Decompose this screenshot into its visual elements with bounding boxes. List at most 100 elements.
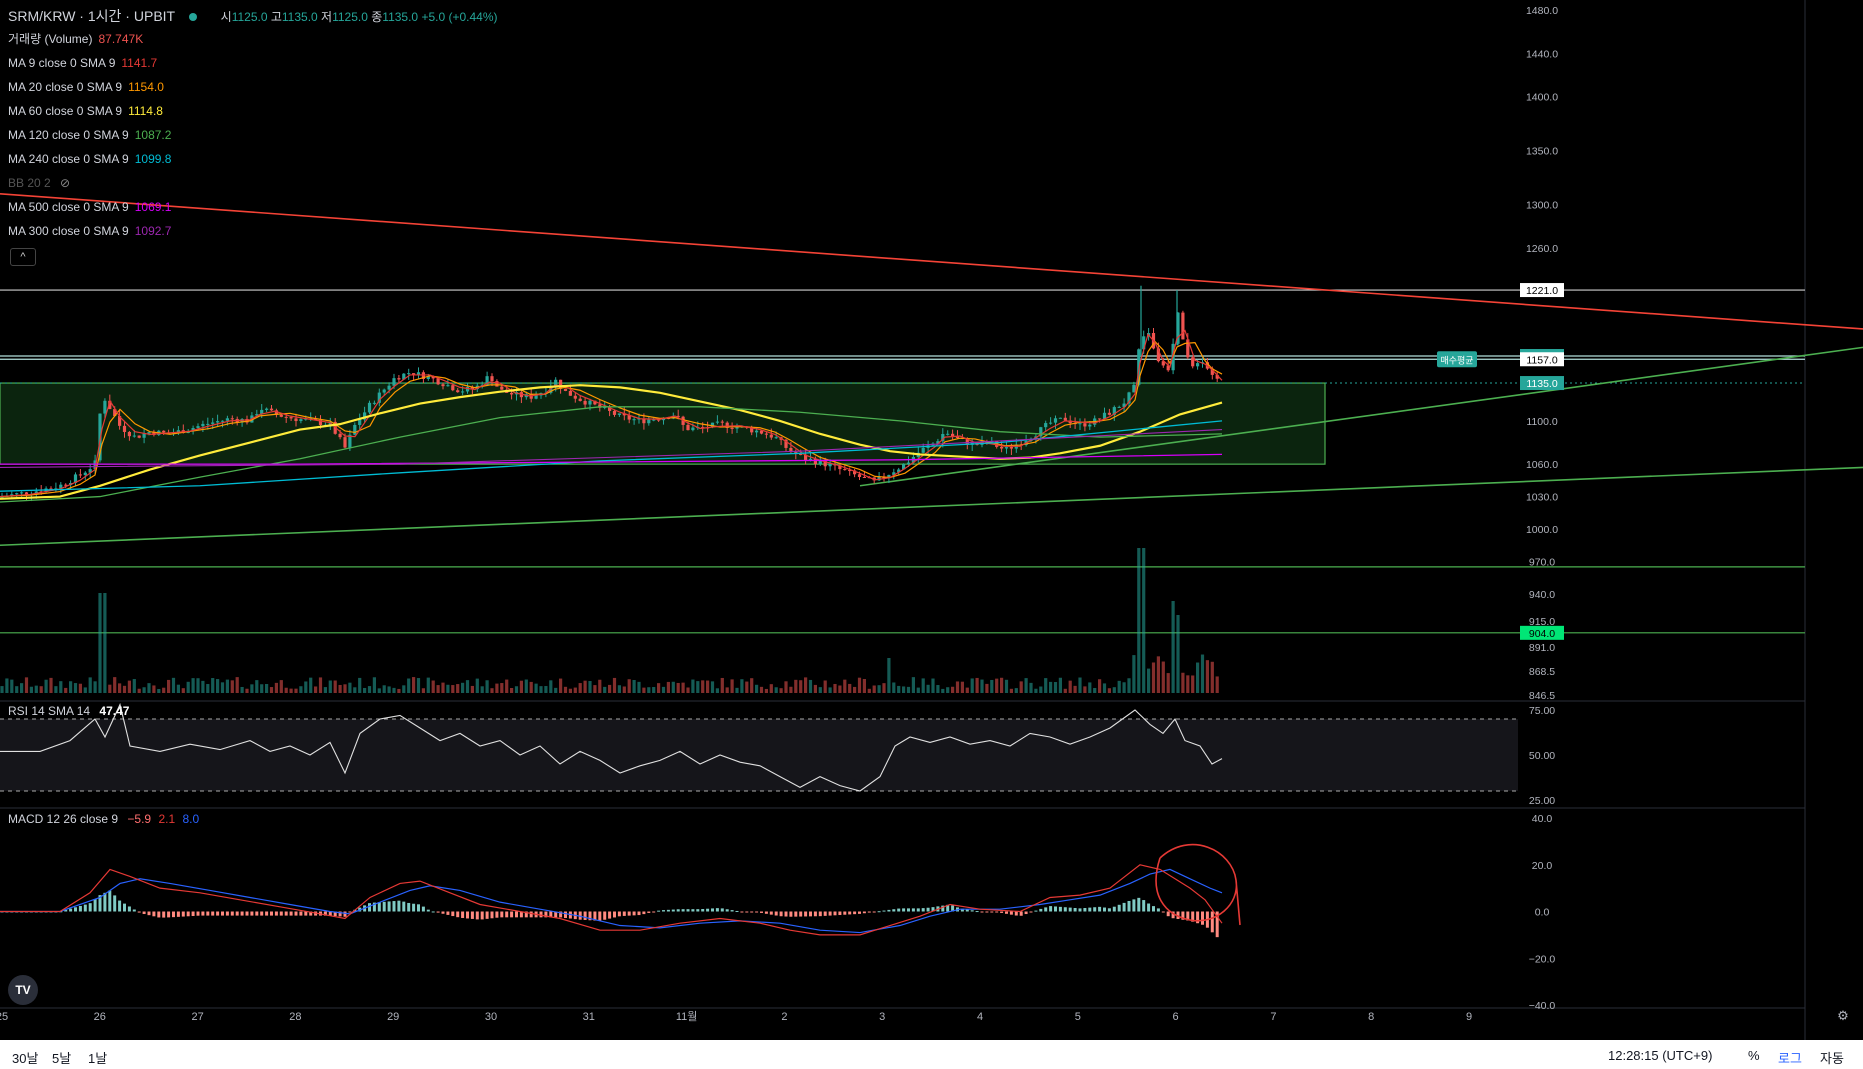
volume-bar bbox=[49, 677, 53, 693]
volume-bar bbox=[279, 680, 283, 693]
volume-bar bbox=[108, 684, 112, 693]
macd-histogram-bar bbox=[1039, 908, 1043, 912]
macd-histogram-bar bbox=[69, 908, 73, 912]
volume-bar bbox=[485, 680, 489, 693]
legend-value: 87.747K bbox=[98, 32, 144, 46]
auto-scale-button[interactable]: 자동 bbox=[1820, 1048, 1844, 1067]
candle-body bbox=[946, 433, 950, 435]
volume-bar bbox=[926, 684, 930, 693]
legend-item[interactable]: MA 500 close 0 SMA 9 1069.1 bbox=[8, 200, 171, 214]
volume-bar bbox=[1078, 677, 1082, 693]
volume-bar bbox=[573, 687, 577, 693]
macd-histogram-bar bbox=[1201, 911, 1204, 925]
volume-bar bbox=[1058, 677, 1062, 693]
macd-histogram-bar bbox=[495, 911, 499, 918]
volume-bar bbox=[363, 687, 367, 693]
macd-histogram-bar bbox=[1029, 911, 1033, 913]
volume-bar bbox=[260, 684, 264, 693]
legend-value: 1114.8 bbox=[128, 104, 163, 118]
candle-body bbox=[510, 392, 514, 395]
volume-bar bbox=[818, 687, 822, 693]
volume-bar bbox=[348, 682, 352, 693]
price-axis-label: 1440.0 bbox=[1526, 48, 1558, 60]
macd-histogram-bar bbox=[990, 911, 994, 913]
volume-bar bbox=[980, 679, 984, 693]
range-button-1d[interactable]: 1날 bbox=[88, 1048, 107, 1067]
legend-item[interactable]: MA 300 close 0 SMA 9 1092.7 bbox=[8, 224, 171, 238]
volume-bar bbox=[813, 684, 817, 693]
legend-item[interactable]: 거래량 (Volume) 87.747K bbox=[8, 32, 143, 46]
volume-bar bbox=[0, 686, 4, 693]
macd-histogram-bar bbox=[1000, 911, 1004, 913]
candle-body bbox=[122, 425, 127, 432]
candle-body bbox=[397, 378, 401, 380]
candle-body bbox=[103, 400, 107, 414]
legend-item[interactable]: MA 120 close 0 SMA 9 1087.2 bbox=[8, 128, 171, 142]
symbol-name[interactable]: SRM/KRW bbox=[8, 8, 75, 24]
macd-histogram-bar bbox=[804, 911, 808, 917]
macd-histogram-bar bbox=[191, 911, 195, 916]
candle-body bbox=[196, 426, 200, 429]
macd-histogram-bar bbox=[882, 910, 886, 912]
macd-histogram-bar bbox=[637, 911, 641, 916]
legend-item[interactable]: MA 9 close 0 SMA 9 1141.7 bbox=[8, 56, 157, 70]
candle-body bbox=[132, 435, 136, 437]
macd-histogram-bar bbox=[622, 911, 626, 916]
volume-bar bbox=[730, 679, 734, 693]
candle-body bbox=[15, 493, 19, 495]
tradingview-logo-icon[interactable]: TV bbox=[8, 975, 38, 1005]
macd-histogram-bar bbox=[1147, 903, 1151, 912]
volume-bar bbox=[338, 684, 342, 693]
percent-scale-button[interactable]: % bbox=[1748, 1048, 1760, 1063]
volume-bar bbox=[710, 681, 715, 693]
candle-body bbox=[774, 437, 778, 439]
macd-histogram-bar bbox=[1014, 911, 1018, 916]
macd-histogram-bar bbox=[118, 900, 122, 912]
volume-bar bbox=[15, 686, 19, 693]
volume-bar bbox=[382, 685, 386, 693]
volume-bar bbox=[882, 683, 886, 693]
macd-histogram-bar bbox=[975, 911, 979, 913]
volume-bar bbox=[794, 679, 798, 693]
legend-item[interactable]: MA 60 close 0 SMA 9 1114.8 bbox=[8, 104, 163, 118]
price-axis-label: 891.0 bbox=[1529, 642, 1555, 654]
candle-body bbox=[632, 419, 636, 421]
log-scale-button[interactable]: 로그 bbox=[1778, 1048, 1802, 1067]
macd-histogram-bar bbox=[877, 911, 881, 913]
candle-body bbox=[1083, 423, 1087, 427]
macd-histogram-bar bbox=[911, 908, 915, 912]
volume-bar bbox=[157, 688, 161, 693]
volume-bar bbox=[676, 682, 680, 693]
price-axis-label: 1030.0 bbox=[1526, 492, 1558, 504]
volume-bar bbox=[113, 677, 117, 693]
legend-item[interactable]: MA 20 close 0 SMA 9 1154.0 bbox=[8, 80, 164, 94]
macd-histogram-bar bbox=[152, 911, 156, 917]
volume-bar bbox=[652, 687, 656, 693]
candle-body bbox=[279, 414, 283, 417]
volume-bar bbox=[59, 681, 63, 693]
collapse-legend-button[interactable]: ^ bbox=[10, 248, 36, 266]
time-axis-label: 11월 bbox=[676, 1010, 698, 1023]
interval-label[interactable]: 1시간 bbox=[88, 8, 122, 24]
candle-body bbox=[495, 381, 499, 387]
legend-item[interactable]: BB 20 2 ⊘ bbox=[8, 176, 70, 190]
price-chart[interactable]: 매수평균 1480.0 1440.0 1400.0 1350.0 1300.0 1260.0… bbox=[0, 0, 1863, 1040]
macd-axis-label: 40.0 bbox=[1532, 813, 1553, 825]
range-button-5d[interactable]: 5날 bbox=[52, 1048, 71, 1067]
candle-body bbox=[906, 462, 911, 465]
legend-value: 1099.8 bbox=[134, 152, 172, 166]
macd-histogram-bar bbox=[745, 911, 749, 913]
settings-gear-icon[interactable]: ⚙ bbox=[1837, 1008, 1849, 1023]
hidden-eye-icon[interactable]: ⊘ bbox=[57, 176, 70, 190]
range-button-30d[interactable]: 30날 bbox=[12, 1048, 38, 1067]
macd-histogram-bar bbox=[715, 908, 719, 912]
legend-item[interactable]: MA 240 close 0 SMA 9 1099.8 bbox=[8, 152, 171, 166]
legend-label: MA 240 close 0 SMA 9 bbox=[8, 152, 129, 166]
volume-bar bbox=[230, 680, 234, 693]
macd-histogram-bar bbox=[1107, 908, 1111, 912]
volume-bar bbox=[299, 686, 303, 693]
candle-body bbox=[201, 423, 205, 427]
candle-body bbox=[451, 385, 455, 391]
macd-histogram-bar bbox=[426, 909, 430, 912]
volume-bar bbox=[779, 688, 783, 693]
